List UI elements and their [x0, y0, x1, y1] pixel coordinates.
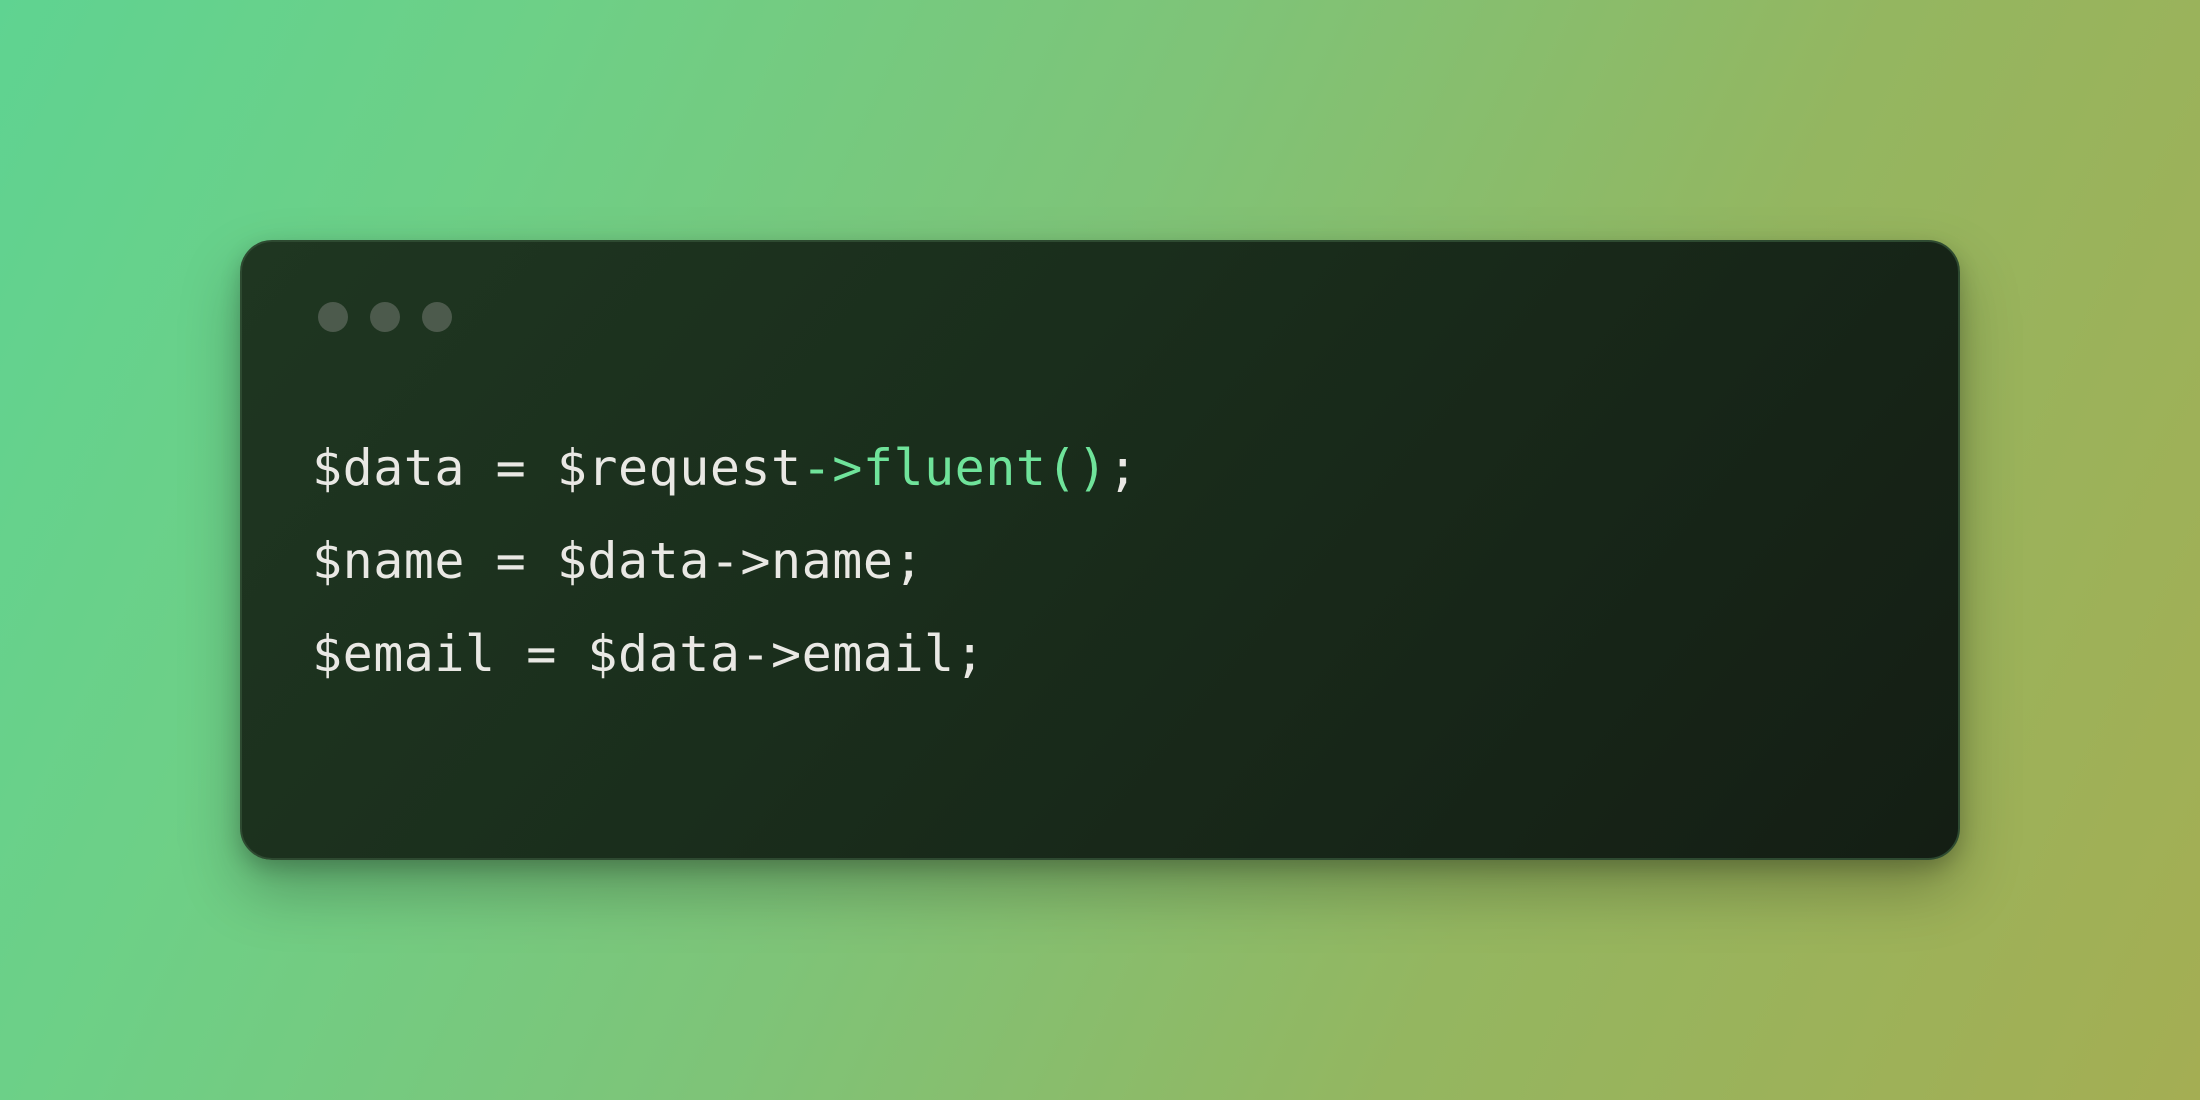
code-token: $data = $request — [312, 439, 802, 497]
window-minimize-icon[interactable] — [370, 302, 400, 332]
code-token: -> — [802, 439, 863, 497]
code-token: () — [1046, 439, 1107, 497]
window-zoom-icon[interactable] — [422, 302, 452, 332]
code-token: $name = $data->name; — [312, 532, 924, 590]
code-block: $data = $request->fluent(); $name = $dat… — [312, 422, 1888, 701]
window-traffic-lights — [318, 302, 1888, 332]
window-close-icon[interactable] — [318, 302, 348, 332]
code-token: ; — [1108, 439, 1139, 497]
code-window: $data = $request->fluent(); $name = $dat… — [240, 240, 1960, 860]
code-token: fluent — [863, 439, 1047, 497]
code-token: $email = $data->email; — [312, 625, 985, 683]
